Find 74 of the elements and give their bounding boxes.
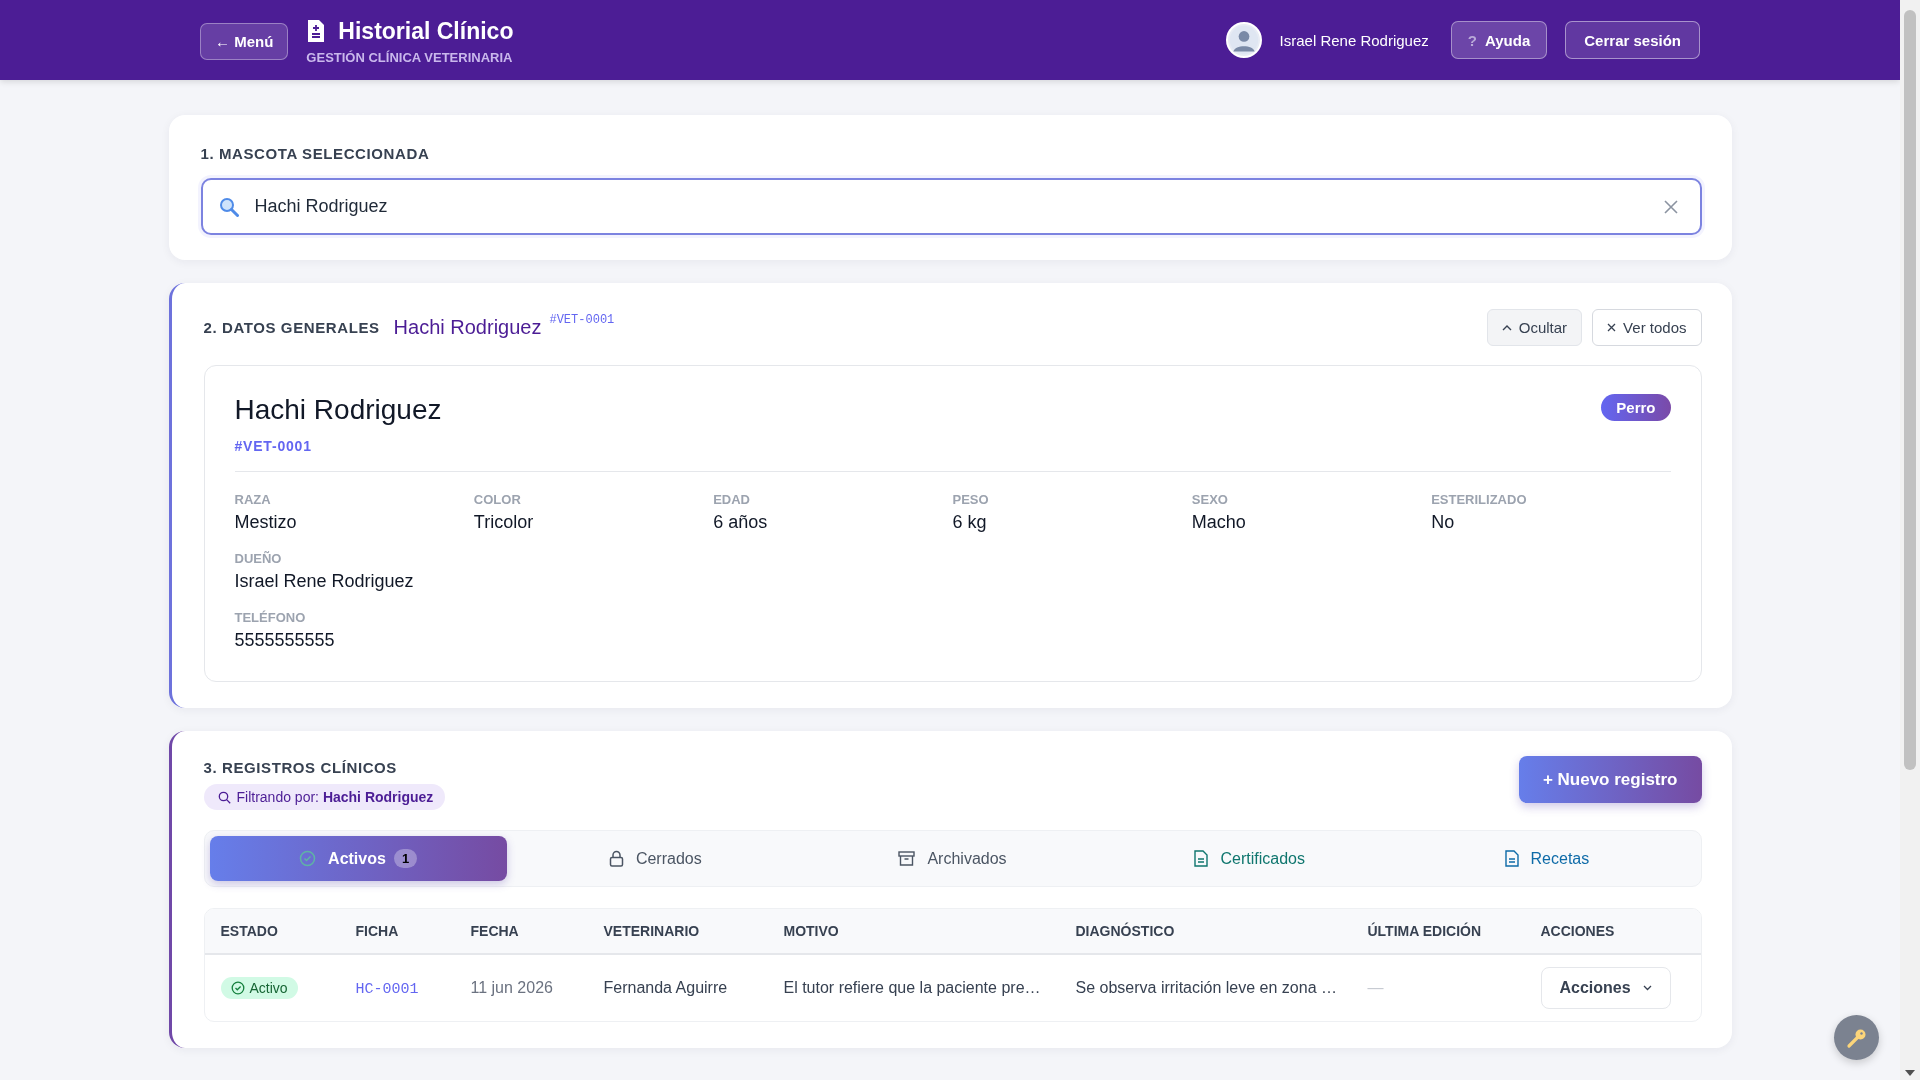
document-icon <box>1194 850 1209 867</box>
table-cell: Se observa irritación leve en zona … <box>1059 954 1352 1021</box>
field-label: DUEÑO <box>234 551 283 566</box>
section-heading: 1. MASCOTA SELECCIONADA <box>200 145 431 162</box>
actions-dropdown[interactable]: Acciones <box>1540 967 1671 1009</box>
field-value: 5555555555 <box>234 630 336 651</box>
field-label: TELÉFONO <box>234 610 307 625</box>
field-label: COLOR <box>473 492 522 507</box>
section-heading: 3. REGISTROS CLÍNICOS <box>203 759 398 776</box>
table-cell: — <box>1351 954 1525 1021</box>
status-badge: Activo <box>220 977 298 999</box>
new-record-button[interactable]: + Nuevo registro <box>1518 756 1702 803</box>
table-cell: Fernanda Aguirre <box>587 954 768 1021</box>
column-header: ÚLTIMA EDICIÓN <box>1351 909 1525 954</box>
search-icon <box>218 197 239 217</box>
table-cell: 11 jun 2026 <box>454 954 588 1021</box>
view-all-button[interactable]: Ver todos <box>1592 309 1702 346</box>
scroll-down-icon[interactable] <box>1905 1070 1915 1076</box>
chevron-down-icon <box>1642 985 1652 991</box>
field-value: 6 kg <box>952 512 988 533</box>
user-avatar <box>1225 22 1262 58</box>
archive-box-icon <box>898 851 916 866</box>
tab[interactable]: Archivados <box>803 836 1102 881</box>
field-value: Tricolor <box>473 512 535 533</box>
tab[interactable]: Activos 1 <box>209 836 507 881</box>
table-cell: El tutor refiere que la paciente pre… <box>767 954 1060 1021</box>
column-header: DIAGNÓSTICO <box>1059 909 1352 954</box>
menu-button[interactable]: ← Menú <box>200 22 289 60</box>
document-icon <box>1504 850 1519 867</box>
field-label: SEXO <box>1191 492 1229 507</box>
key-button[interactable] <box>1834 1015 1879 1060</box>
field-label: EDAD <box>713 492 751 507</box>
tab[interactable]: Cerrados <box>506 836 804 881</box>
count-badge: 1 <box>393 849 418 868</box>
user-name: Israel Rene Rodriguez <box>1279 31 1429 49</box>
pet-id: #VET-0001 <box>234 438 313 454</box>
tab[interactable]: Certificados <box>1101 836 1399 881</box>
scrollbar-thumb[interactable] <box>1904 10 1916 770</box>
column-header: FICHA <box>339 909 455 954</box>
help-button[interactable]: ? Ayuda <box>1450 21 1548 59</box>
pet-name: Hachi Rodriguez <box>234 394 442 426</box>
search-icon <box>217 790 231 804</box>
field-value: Israel Rene Rodriguez <box>234 571 415 592</box>
section-heading: 2. DATOS GENERALES <box>203 319 380 336</box>
pet-id: #VET-0001 <box>549 313 615 327</box>
field-value: 6 años <box>713 512 769 533</box>
page-subtitle: GESTIÓN CLÍNICA VETERINARIA <box>306 49 514 65</box>
clear-icon[interactable] <box>1663 200 1678 214</box>
document-icon <box>306 19 327 43</box>
column-header: FECHA <box>454 909 588 954</box>
field-label: RAZA <box>234 492 272 507</box>
column-header: MOTIVO <box>767 909 1060 954</box>
page-title: Historial Clínico <box>338 17 514 45</box>
column-header: ACCIONES <box>1524 909 1701 954</box>
close-icon <box>1607 323 1617 332</box>
field-value: Mestizo <box>234 512 298 533</box>
record-link[interactable]: HC-0001 <box>355 980 419 998</box>
hide-button[interactable]: Ocultar <box>1486 309 1583 346</box>
selected-pet-name: Hachi Rodriguez <box>393 316 542 339</box>
logout-button[interactable]: Cerrar sesión <box>1565 21 1700 59</box>
lock-icon <box>608 850 624 867</box>
field-label: PESO <box>952 492 990 507</box>
column-header: ESTADO <box>204 909 340 954</box>
check-circle-icon <box>230 981 245 995</box>
tab[interactable]: Recetas <box>1398 836 1696 881</box>
check-circle-icon <box>299 850 317 867</box>
chevron-up-icon <box>1501 324 1512 331</box>
column-header: VETERINARIO <box>587 909 768 954</box>
field-label: ESTERILIZADO <box>1431 492 1528 507</box>
field-value: Macho <box>1191 512 1247 533</box>
species-badge: Perro <box>1601 394 1671 421</box>
filter-text: Filtrando por: Hachi Rodriguez <box>236 789 434 805</box>
field-value: No <box>1431 512 1456 533</box>
pet-search-field[interactable]: Hachi Rodriguez <box>200 178 1702 235</box>
